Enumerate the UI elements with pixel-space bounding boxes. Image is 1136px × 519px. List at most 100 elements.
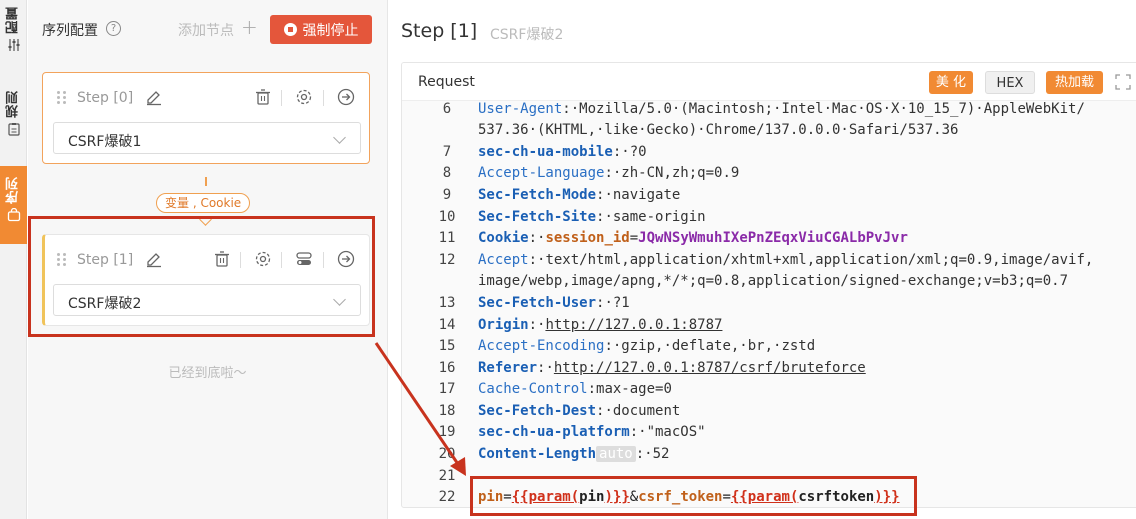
header-value: Mozilla/5.0·(Macintosh;·Intel·Mac·OS·X·1… xyxy=(579,101,1085,117)
line-number: 14 xyxy=(438,317,456,333)
header-value: gzip,·deflate,·br,·zstd xyxy=(621,338,816,354)
gear-icon[interactable] xyxy=(295,88,313,106)
line-number: 12 xyxy=(438,252,456,268)
beautify-button[interactable]: 美 化 xyxy=(929,71,973,94)
code-line: Sec-Fetch-Mode:·navigate xyxy=(478,187,681,203)
header-value: document xyxy=(612,403,681,419)
step-name: Step [0] xyxy=(77,90,134,106)
header-value: image/webp,image/apng,*/*;q=0.8,applicat… xyxy=(478,273,1069,289)
tab-config[interactable]: 配置 xyxy=(0,6,27,68)
line-number: 9 xyxy=(442,187,452,203)
line-number: 6 xyxy=(442,101,452,117)
line-number: 16 xyxy=(438,360,456,376)
code-line: image/webp,image/apng,*/*;q=0.8,applicat… xyxy=(478,273,1068,289)
sequence-header: 序列配置 ? 添加节点 + 强制停止 xyxy=(28,0,387,58)
line-number: 7 xyxy=(442,144,452,160)
sequence-title: 序列配置 xyxy=(42,23,98,39)
header-name: Origin xyxy=(478,317,529,333)
bag-icon xyxy=(7,208,20,222)
header-value: navigate xyxy=(612,187,681,203)
url-link[interactable]: http://127.0.0.1:8787 xyxy=(545,317,722,333)
force-stop-button[interactable]: 强制停止 xyxy=(270,15,372,44)
add-node-button[interactable]: 添加节点 xyxy=(178,20,234,40)
tab-rules[interactable]: 规则 xyxy=(0,90,27,152)
hex-button[interactable]: HEX xyxy=(985,71,1035,94)
code-line: Cookie:·session_id=JQwNSyWmuhIXePnZEqxVi… xyxy=(478,230,908,246)
edit-icon[interactable] xyxy=(145,88,163,106)
code-line: Referer:·http://127.0.0.1:8787/csrf/brut… xyxy=(478,360,866,376)
header-name: Referer xyxy=(478,360,538,376)
help-icon[interactable]: ? xyxy=(106,21,121,36)
header-name: User-Agent xyxy=(478,101,563,117)
code-line: 537.36·(KHTML,·like·Gecko)·Chrome/137.0.… xyxy=(478,122,958,138)
cookie-key: session_id xyxy=(545,230,630,246)
line-number: 15 xyxy=(438,338,456,354)
header-value: ?0 xyxy=(629,144,647,160)
scenario-select[interactable]: CSRF爆破1 xyxy=(53,122,361,154)
header-name: sec-ch-ua-mobile xyxy=(478,144,613,160)
cookie-value: JQwNSyWmuhIXePnZEqxViuCGALbPvJvr xyxy=(638,230,908,246)
arrow-circle-right-icon[interactable] xyxy=(337,88,355,106)
code-line: Content-Length auto:·52 xyxy=(478,446,670,462)
variable-cookie-tag[interactable]: 变量 , Cookie xyxy=(156,193,251,213)
header-name: Sec-Fetch-Site xyxy=(478,209,597,225)
hot-reload-button[interactable]: 热加载 xyxy=(1046,71,1103,94)
clipboard-icon xyxy=(7,123,20,136)
header-value: ?1 xyxy=(612,295,630,311)
annotation-box-step xyxy=(28,216,375,337)
code-line: User-Agent:·Mozilla/5.0·(Macintosh;·Inte… xyxy=(478,101,1085,117)
step-subtitle: CSRF爆破2 xyxy=(490,27,564,43)
header-value: max-age=0 xyxy=(596,381,672,397)
request-label: Request xyxy=(418,74,475,90)
request-editor[interactable]: 6 7 8 9 10 11 12 13 14 15 16 17 18 19 20… xyxy=(402,101,1136,507)
selected-scenario: CSRF爆破1 xyxy=(68,134,142,150)
tab-config-label: 配置 xyxy=(6,6,21,34)
code-line: Accept-Encoding:·gzip,·deflate,·br,·zstd xyxy=(478,338,816,354)
line-number: 21 xyxy=(438,468,456,484)
code-line: Origin:·http://127.0.0.1:8787 xyxy=(478,317,723,333)
header-value: same-origin xyxy=(612,209,706,225)
header-name: Accept xyxy=(478,252,529,268)
line-number: 11 xyxy=(438,230,456,246)
drag-handle-icon[interactable] xyxy=(57,91,67,105)
header-name: Cookie xyxy=(478,230,529,246)
trash-icon[interactable] xyxy=(254,88,272,106)
line-number: 18 xyxy=(438,403,456,419)
tab-rules-label: 规则 xyxy=(6,90,21,118)
code-line: Accept:·text/html,application/xhtml+xml,… xyxy=(478,252,1094,268)
header-value: "macOS" xyxy=(646,424,706,440)
step-detail-panel: Step [1] CSRF爆破2 Request 美 化 HEX 热加载 6 7… xyxy=(389,0,1136,519)
code-line: Cache-Control:max-age=0 xyxy=(478,381,672,397)
tab-sequence[interactable]: 序列 xyxy=(0,166,27,244)
sliders-icon xyxy=(8,39,19,51)
header-name: Content-Length xyxy=(478,446,597,462)
divider xyxy=(281,90,282,106)
line-number: 19 xyxy=(438,424,456,440)
step-card-0[interactable]: Step [0] CSRF爆破1 xyxy=(42,72,370,164)
force-stop-label: 强制停止 xyxy=(302,22,359,39)
request-panel: Request 美 化 HEX 热加载 6 7 8 9 10 11 12 13 … xyxy=(401,62,1136,508)
header-name: Sec-Fetch-User xyxy=(478,295,597,311)
code-line: Sec-Fetch-Site:·same-origin xyxy=(478,209,706,225)
code-line: Accept-Language:·zh-CN,zh;q=0.9 xyxy=(478,165,740,181)
header-name: Accept-Encoding xyxy=(478,338,605,354)
header-value: zh-CN,zh;q=0.9 xyxy=(621,165,740,181)
line-number: 10 xyxy=(438,209,456,225)
auto-badge: auto xyxy=(596,446,636,462)
line-number: 22 xyxy=(438,489,456,505)
divider xyxy=(323,90,324,106)
annotation-box-body xyxy=(470,476,917,516)
code-line: sec-ch-ua-platform:·"macOS" xyxy=(478,424,706,440)
line-number: 8 xyxy=(442,165,452,181)
header-name: Cache-Control xyxy=(478,381,588,397)
line-number: 13 xyxy=(438,295,456,311)
connector-line xyxy=(205,177,207,186)
header-name: Accept-Language xyxy=(478,165,605,181)
url-link[interactable]: http://127.0.0.1:8787/csrf/bruteforce xyxy=(554,360,866,376)
line-number: 17 xyxy=(438,381,456,397)
plus-icon[interactable]: + xyxy=(241,15,258,39)
tab-sequence-label: 序列 xyxy=(6,176,21,204)
expand-icon[interactable] xyxy=(1115,74,1131,90)
end-of-list-note: 已经到底啦～ xyxy=(168,366,247,381)
header-value: 52 xyxy=(652,446,670,462)
